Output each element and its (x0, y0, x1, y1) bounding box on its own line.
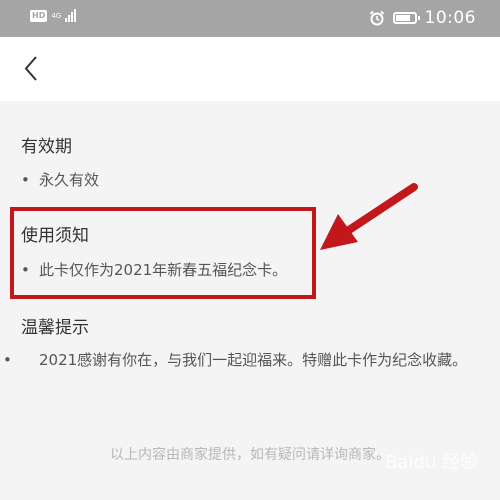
network-type-text: 4G (51, 11, 62, 20)
bullet: • (3, 351, 12, 369)
header (0, 37, 500, 101)
annotation-arrow-icon (320, 183, 418, 250)
screen: HD 4G 10:06 有效期 • 永久有效 使用须知 • 此卡仅作为2021年… (0, 0, 500, 500)
network-type-label: 4G (51, 12, 61, 20)
back-button[interactable] (18, 51, 48, 87)
section-title-validity: 有效期 (21, 137, 72, 157)
watermark-logo: Baidu 经验 (385, 452, 478, 473)
card-details: 有效期 • 永久有效 使用须知 • 此卡仅作为2021年新春五福纪念卡。 温馨提示 … (0, 101, 500, 500)
status-right: 10:06 (369, 8, 477, 28)
battery-icon (392, 12, 420, 24)
item-text: 永久有效 (39, 171, 100, 189)
battery-fill (395, 15, 410, 21)
section-title-tips: 温馨提示 (21, 318, 89, 338)
status-left: HD 4G (30, 9, 77, 22)
alarm-icon (369, 10, 384, 26)
signal-icon (65, 9, 77, 22)
chevron-left-icon (24, 56, 37, 81)
bullet: • (21, 171, 30, 189)
list-item-tips: • 2021感谢有你在，与我们一起迎福来。特赠此卡作为纪念收藏。 (3, 349, 470, 371)
hd-badge: HD (30, 9, 48, 22)
status-bar: HD 4G 10:06 (0, 0, 500, 37)
annotation-highlight-box (10, 207, 316, 299)
item-text: 2021感谢有你在，与我们一起迎福来。特赠此卡作为纪念收藏。 (39, 351, 468, 369)
status-time: 10:06 (424, 8, 476, 28)
